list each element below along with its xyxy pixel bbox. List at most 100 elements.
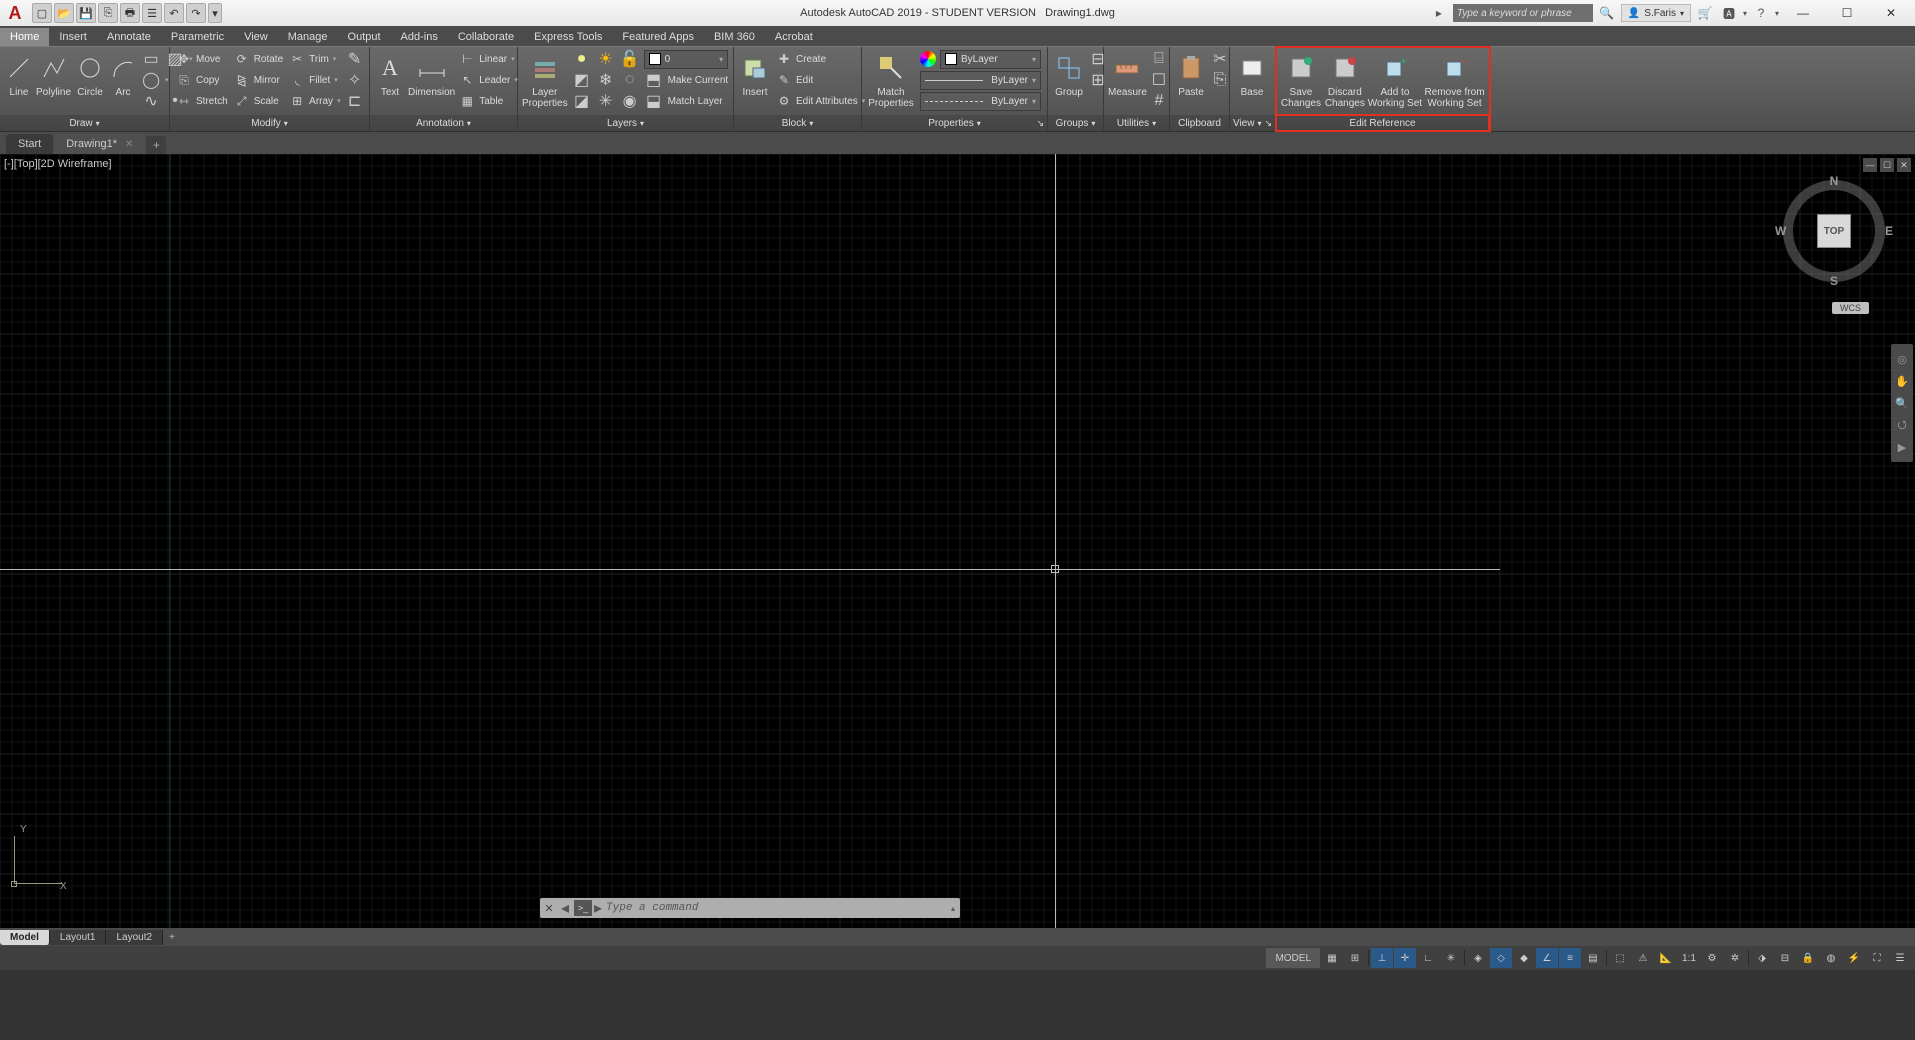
arc-button[interactable]: Arc (109, 49, 137, 98)
file-tab-drawing1[interactable]: Drawing1*✕ (54, 134, 145, 154)
layer-thaw-icon[interactable]: ✳ (596, 91, 616, 111)
layer-iso-icon[interactable]: ◩ (572, 70, 592, 90)
make-current-button[interactable]: Make Current (668, 75, 729, 86)
layer-freeze-icon[interactable]: ❄ (596, 70, 616, 90)
qat-customize-icon[interactable]: ▾ (208, 3, 222, 23)
compass-w[interactable]: W (1775, 224, 1786, 238)
layer-on-icon[interactable]: ◉ (620, 91, 640, 111)
layer-bulb-icon[interactable]: ● (572, 49, 592, 69)
tab-acrobat[interactable]: Acrobat (765, 28, 823, 46)
layer-sun-icon[interactable]: ☀ (596, 49, 616, 69)
color-dropdown[interactable]: ByLayer▾ (940, 50, 1041, 69)
select-icon[interactable]: ☐ (1149, 70, 1169, 90)
new-file-tab-button[interactable]: + (146, 136, 166, 154)
status-cleanscreen-icon[interactable]: ⛶ (1866, 948, 1888, 968)
nav-pan-icon[interactable]: ✋ (1891, 370, 1913, 392)
tab-insert[interactable]: Insert (49, 28, 97, 46)
match-properties-button[interactable]: Match Properties (866, 49, 916, 109)
layout-tab-layout1[interactable]: Layout1 (50, 930, 107, 945)
status-snapmode-icon[interactable]: ⊞ (1344, 948, 1366, 968)
quickcalc-icon[interactable]: ⌸ (1149, 49, 1169, 69)
panel-annotation-title[interactable]: Annotation (416, 118, 464, 129)
layout-tab-add-button[interactable]: + (163, 932, 181, 943)
cmdline-history-icon[interactable]: ◂ (558, 898, 572, 918)
text-button[interactable]: A Text (374, 49, 406, 98)
panel-view-title[interactable]: View (1233, 118, 1255, 129)
panel-modify-title[interactable]: Modify (251, 118, 280, 129)
linetype-dropdown[interactable]: ByLayer▾ (920, 92, 1041, 111)
mirror-button[interactable]: ⧎Mirror (232, 70, 285, 90)
compass-s[interactable]: S (1830, 274, 1838, 288)
polyline-button[interactable]: Polyline (36, 49, 71, 98)
qat-undo-icon[interactable]: ↶ (164, 3, 184, 23)
drawing-area[interactable]: [-][Top][2D Wireframe] — ☐ ✕ N S E W TOP… (0, 154, 1915, 928)
search-icon[interactable]: 🔍 (1597, 4, 1617, 22)
measure-button[interactable]: Measure (1108, 49, 1147, 98)
status-ortho-icon[interactable]: ∟ (1417, 948, 1439, 968)
status-grid-icon[interactable]: ▦ (1321, 948, 1343, 968)
status-3dosnap-icon[interactable]: ◆ (1513, 948, 1535, 968)
nav-orbit-icon[interactable]: ⭯ (1891, 414, 1913, 436)
view-cube[interactable]: N S E W TOP (1779, 176, 1889, 286)
edit-attributes-button[interactable]: ⚙Edit Attributes▾ (774, 91, 867, 111)
panel-draw-title[interactable]: Draw (69, 118, 92, 129)
qat-saveas-icon[interactable]: ⎘ (98, 3, 118, 23)
status-hardware-accel-icon[interactable]: ⚡ (1843, 948, 1865, 968)
array-button[interactable]: ⊞Array▾ (287, 91, 342, 111)
layout-tab-model[interactable]: Model (0, 930, 50, 945)
status-customize-icon[interactable]: ☰ (1889, 948, 1911, 968)
tab-home[interactable]: Home (0, 28, 49, 46)
status-units-icon[interactable]: ⬗ (1751, 948, 1773, 968)
layer-match-icon[interactable]: ⬓ (644, 91, 664, 111)
layer-properties-button[interactable]: Layer Properties (522, 49, 568, 109)
layer-make-current-icon[interactable]: ⬒ (644, 70, 664, 90)
match-layer-button[interactable]: Match Layer (668, 96, 723, 107)
status-otrack-icon[interactable]: ∠ (1536, 948, 1558, 968)
status-annotation-visibility-icon[interactable]: ✲ (1724, 948, 1746, 968)
trim-button[interactable]: ✂Trim▾ (287, 49, 342, 69)
circle-button[interactable]: Circle (73, 49, 107, 98)
status-scale-label[interactable]: 1:1 (1678, 948, 1700, 968)
count-icon[interactable]: # (1149, 91, 1169, 111)
compass-e[interactable]: E (1885, 224, 1893, 238)
nav-zoom-icon[interactable]: 🔍 (1891, 392, 1913, 414)
panel-utilities-title[interactable]: Utilities (1117, 118, 1149, 129)
compass-n[interactable]: N (1830, 174, 1839, 188)
tab-manage[interactable]: Manage (278, 28, 338, 46)
stay-connected-icon[interactable]: 🅰 (1719, 4, 1739, 22)
status-dynamic-input-icon[interactable]: ✛ (1394, 948, 1416, 968)
insert-button[interactable]: Insert (738, 49, 772, 98)
linear-button[interactable]: ⊢Linear▾ (457, 49, 520, 69)
panel-layers-title[interactable]: Layers (607, 118, 637, 129)
layer-uniso-icon[interactable]: ◪ (572, 91, 592, 111)
copy-button[interactable]: ⎘Copy (174, 70, 230, 90)
qat-redo-icon[interactable]: ↷ (186, 3, 206, 23)
panel-groups-title[interactable]: Groups (1056, 118, 1089, 129)
command-line[interactable]: ✕ ◂ >_ ▸ Type a command ▴ (540, 898, 960, 918)
status-isolate-icon[interactable]: ◍ (1820, 948, 1842, 968)
window-maximize-button[interactable]: ☐ (1827, 1, 1867, 25)
spline-icon[interactable]: ∿ (141, 91, 161, 111)
status-lineweight-icon[interactable]: ≡ (1559, 948, 1581, 968)
qat-layer-icon[interactable]: ☰ (142, 3, 162, 23)
qat-save-icon[interactable]: 💾 (76, 3, 96, 23)
create-block-button[interactable]: ✚Create (774, 49, 867, 69)
edit-block-button[interactable]: ✎Edit (774, 70, 867, 90)
discard-changes-button[interactable]: Discard Changes (1324, 49, 1366, 109)
status-selection-cycling-icon[interactable]: ⬚ (1609, 948, 1631, 968)
offset-icon[interactable]: ⊏ (345, 91, 365, 111)
status-lockui-icon[interactable]: 🔒 (1797, 948, 1819, 968)
file-tab-start[interactable]: Start (6, 134, 53, 154)
app-logo[interactable]: A (3, 1, 27, 25)
leader-button[interactable]: ↖Leader▾ (457, 70, 520, 90)
view-cube-face[interactable]: TOP (1817, 214, 1851, 248)
save-changes-button[interactable]: Save Changes (1280, 49, 1322, 109)
status-polar-icon[interactable]: ✳ (1440, 948, 1462, 968)
status-annotation-scale-icon[interactable]: 📐 (1655, 948, 1677, 968)
infocenter-arrow-icon[interactable]: ▸ (1429, 4, 1449, 22)
stretch-button[interactable]: ⇿Stretch (174, 91, 230, 111)
layer-lock-icon[interactable]: 🔓 (620, 49, 640, 69)
color-wheel-icon[interactable] (920, 51, 936, 67)
cut-icon[interactable]: ✂ (1210, 49, 1230, 69)
infocenter-search-input[interactable]: Type a keyword or phrase (1453, 4, 1593, 22)
